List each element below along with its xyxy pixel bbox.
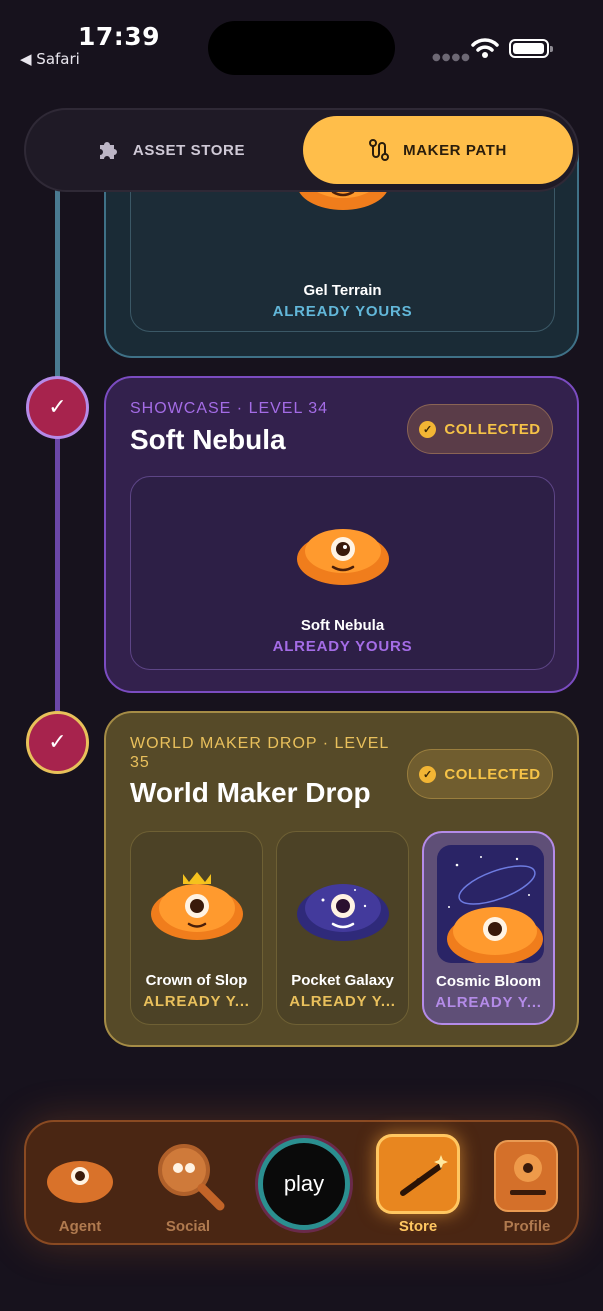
nav-social[interactable]: Social (148, 1122, 228, 1247)
check-circle-icon: ✓ (419, 765, 437, 783)
card-title: Soft Nebula (130, 424, 286, 455)
asset-store-label: ASSET STORE (132, 141, 246, 159)
battery-icon (509, 39, 553, 58)
timeline-check-icon: ✓ (26, 376, 89, 439)
item-name: Pocket Galaxy (291, 972, 394, 989)
timeline-line (55, 410, 60, 745)
galaxy-background-icon (447, 856, 543, 963)
play-button[interactable]: play (258, 1138, 350, 1230)
collected-badge: ✓ COLLECTED (407, 749, 553, 799)
owned-label: ALREADY Y... (289, 993, 396, 1010)
nav-profile-label: Profile (503, 1218, 551, 1235)
nav-store[interactable]: Store (376, 1122, 460, 1247)
timeline-check-icon: ✓ (26, 711, 89, 774)
pocket-galaxy-tile[interactable]: Pocket Galaxy ALREADY Y... (276, 831, 409, 1025)
card-kicker: SHOWCASE · LEVEL 34 (130, 400, 329, 417)
store-path-switch: ASSET STORE MAKER PATH (24, 108, 579, 192)
card-kicker-line2: 35 (130, 754, 150, 771)
maker-path-label: MAKER PATH (403, 141, 507, 159)
card-title: World Maker Drop (130, 777, 371, 808)
crowned-blob-icon (151, 872, 243, 940)
nav-agent[interactable]: Agent (40, 1122, 120, 1247)
puzzle-icon (99, 142, 117, 159)
item-name: Crown of Slop (145, 972, 248, 989)
store-briefcase-icon (376, 1134, 460, 1214)
owned-label: ALREADY Y... (435, 994, 542, 1011)
wifi-icon (471, 38, 499, 58)
path-icon (369, 139, 390, 161)
clock: 17:39 (78, 22, 161, 51)
owned-label: ALREADY Y... (143, 993, 250, 1010)
item-name: Gel Terrain (303, 282, 382, 299)
profile-card-icon (494, 1140, 558, 1212)
cosmic-bloom-image (437, 845, 544, 963)
item-name: Soft Nebula (300, 617, 385, 634)
card-kicker: WORLD MAKER DROP · LEVEL (130, 735, 390, 752)
nav-store-label: Store (398, 1218, 438, 1235)
bottom-nav: Agent Social play Store Profile (24, 1120, 579, 1245)
magnifier-icon (158, 1144, 225, 1211)
agent-blob-icon (47, 1161, 113, 1203)
check-circle-icon: ✓ (419, 420, 437, 438)
nav-profile[interactable]: Profile (488, 1122, 566, 1247)
owned-label: ALREADY YOURS (272, 303, 413, 320)
soft-nebula-card[interactable]: SHOWCASE · LEVEL 34 Soft Nebula ✓ COLLEC… (104, 376, 579, 693)
item-name: Cosmic Bloom (435, 973, 541, 990)
collected-label: COLLECTED (444, 420, 541, 438)
nav-social-label: Social (165, 1218, 211, 1235)
asset-store-tab[interactable]: ASSET STORE (38, 116, 304, 184)
maker-path-tab[interactable]: MAKER PATH (303, 116, 573, 184)
collected-label: COLLECTED (444, 765, 541, 783)
owned-label: ALREADY YOURS (272, 638, 413, 655)
collected-badge: ✓ COLLECTED (407, 404, 553, 454)
status-bar: 17:39 ◀ Safari ●●●● (0, 0, 603, 80)
world-maker-drop-card[interactable]: WORLD MAKER DROP · LEVEL 35 World Maker … (104, 711, 579, 1047)
galaxy-blob-icon (297, 884, 389, 941)
cosmic-bloom-tile[interactable]: Cosmic Bloom ALREADY Y... (422, 831, 555, 1025)
back-to-safari[interactable]: ◀ Safari (20, 50, 80, 68)
dynamic-island (208, 21, 395, 75)
signal-icon: ●●●● (432, 52, 471, 63)
crown-of-slop-tile[interactable]: Crown of Slop ALREADY Y... (130, 831, 263, 1025)
nav-agent-label: Agent (58, 1218, 102, 1235)
blob-mascot-icon (297, 529, 389, 585)
soft-nebula-item[interactable]: Soft Nebula ALREADY YOURS (130, 476, 555, 670)
